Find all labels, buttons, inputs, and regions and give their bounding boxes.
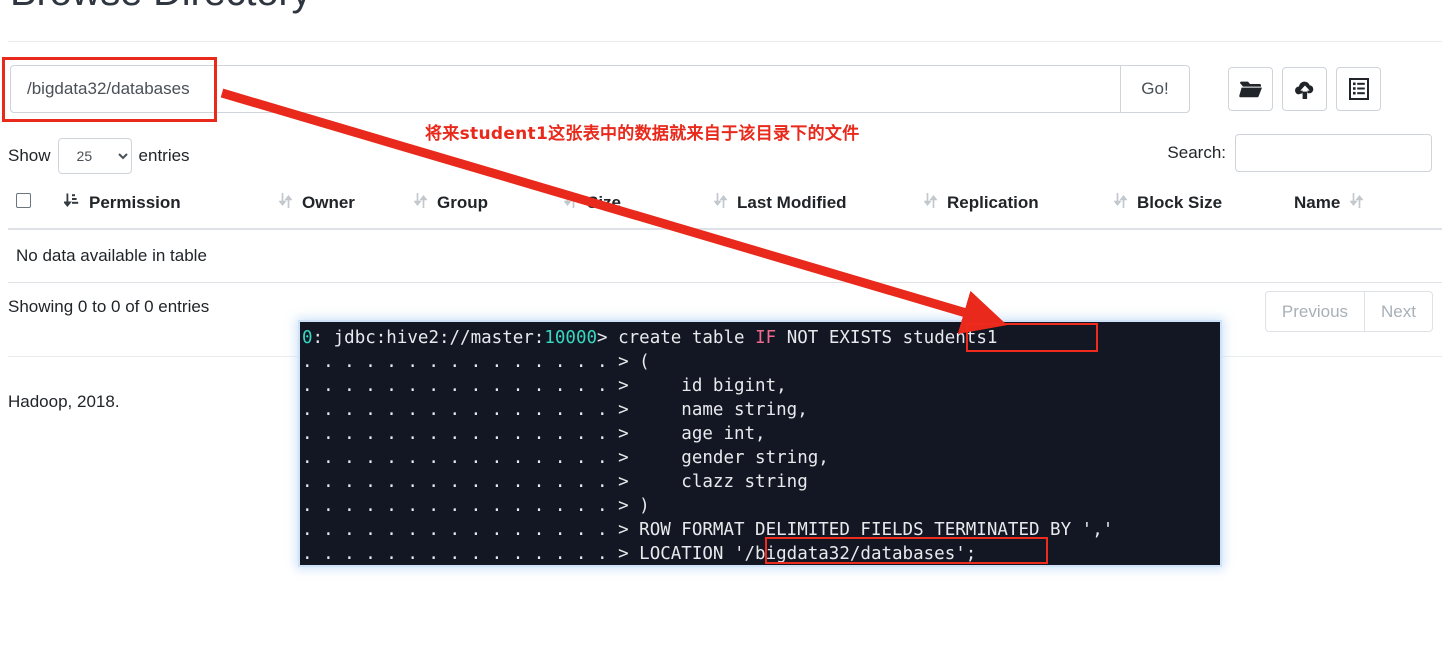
terminal-cont-prompt: . . . . . . . . . . . . . . . > — [302, 352, 640, 372]
select-all-header — [8, 186, 56, 230]
select-all-checkbox[interactable] — [16, 193, 31, 208]
sort-both-icon — [413, 192, 428, 214]
terminal-prompt-id: 0 — [302, 328, 313, 348]
browse-directory-page: Browse Directory Go! — [0, 0, 1450, 662]
column-header-block-size[interactable]: Block Size — [1106, 186, 1286, 230]
empty-message: No data available in table — [8, 229, 1442, 283]
terminal-line-7: . . . . . . . . . . . . . . . > ) — [300, 494, 1220, 518]
terminal-prompt-port: 10000 — [544, 328, 598, 348]
terminal-keyword-if: IF — [755, 328, 777, 348]
show-label: Show — [8, 146, 51, 165]
annotation-text: 将来student1这张表中的数据就来自于该目录下的文件 — [425, 124, 860, 144]
show-entries-control: Show 25 entries — [8, 138, 190, 174]
terminal-cont-prompt: . . . . . . . . . . . . . . . > — [302, 400, 640, 420]
terminal-line-5: . . . . . . . . . . . . . . . > gender s… — [300, 446, 1220, 470]
column-header-permission[interactable]: Permission — [56, 186, 271, 230]
search-label: Search: — [1167, 143, 1226, 162]
next-page-button[interactable]: Next — [1364, 291, 1433, 332]
column-header-label: Last Modified — [737, 193, 847, 212]
terminal-line-9: . . . . . . . . . . . . . . . > LOCATION… — [300, 542, 1220, 565]
terminal-cont-prompt: . . . . . . . . . . . . . . . > — [302, 496, 640, 516]
terminal-cont-prompt: . . . . . . . . . . . . . . . > — [302, 376, 640, 396]
footer-text: Hadoop, 2018. — [8, 392, 120, 411]
sort-both-icon — [1349, 192, 1364, 214]
terminal-screenshot: 0: jdbc:hive2://master:10000> create tab… — [300, 322, 1220, 565]
terminal-line-2: . . . . . . . . . . . . . . . > id bigin… — [300, 374, 1220, 398]
terminal-cont-prompt: . . . . . . . . . . . . . . . > — [302, 424, 640, 444]
column-header-label: Replication — [947, 193, 1039, 212]
terminal-text: name string, — [639, 400, 808, 420]
terminal-prompt-tail: > — [597, 328, 619, 348]
sort-both-icon — [563, 192, 578, 214]
sort-both-icon — [923, 192, 938, 214]
terminal-cont-prompt: . . . . . . . . . . . . . . . > — [302, 472, 640, 492]
terminal-line-1: . . . . . . . . . . . . . . . > ( — [300, 350, 1220, 374]
column-header-name[interactable]: Name — [1286, 186, 1442, 230]
cloud-upload-icon — [1293, 79, 1317, 100]
terminal-prompt-host: : jdbc:hive2://master: — [312, 328, 545, 348]
search-control: Search: — [1167, 134, 1432, 172]
create-directory-button[interactable] — [1228, 67, 1273, 111]
directory-table: Permission Owner Group Size Last Modifie… — [8, 186, 1442, 283]
previous-page-button[interactable]: Previous — [1264, 291, 1365, 332]
terminal-cmd-a: create table — [618, 328, 756, 348]
showing-entries-info: Showing 0 to 0 of 0 entries — [8, 297, 210, 316]
cut-paste-button[interactable] — [1336, 67, 1381, 111]
terminal-text: clazz string — [639, 472, 808, 492]
terminal-cont-prompt: . . . . . . . . . . . . . . . > — [302, 520, 640, 540]
column-header-label: Owner — [302, 193, 355, 212]
sort-both-icon — [1113, 192, 1128, 214]
column-header-label: Name — [1294, 193, 1341, 212]
column-header-group[interactable]: Group — [406, 186, 556, 230]
entries-per-page-select[interactable]: 25 — [57, 138, 132, 174]
search-input[interactable] — [1235, 134, 1432, 172]
table-body: No data available in table — [8, 229, 1442, 283]
folder-icon — [1238, 79, 1263, 99]
column-header-replication[interactable]: Replication — [916, 186, 1106, 230]
pagination: Previous Next — [1264, 291, 1433, 332]
table-header-row: Permission Owner Group Size Last Modifie… — [8, 186, 1442, 230]
column-header-last-modified[interactable]: Last Modified — [706, 186, 916, 230]
table-empty-row: No data available in table — [8, 229, 1442, 283]
entries-label: entries — [138, 146, 190, 165]
directory-action-buttons — [1228, 67, 1381, 111]
column-header-owner[interactable]: Owner — [271, 186, 406, 230]
column-header-label: Size — [587, 193, 622, 212]
terminal-line-8: . . . . . . . . . . . . . . . > ROW FORM… — [300, 518, 1220, 542]
column-header-label: Permission — [89, 193, 181, 212]
column-header-label: Block Size — [1137, 193, 1223, 212]
go-button[interactable]: Go! — [1120, 65, 1190, 113]
terminal-text: ROW FORMAT DELIMITED FIELDS TERMINATED B… — [639, 520, 1114, 540]
terminal-text: ( — [639, 352, 650, 372]
directory-path-input[interactable] — [10, 65, 1120, 113]
sort-both-icon — [713, 192, 728, 214]
terminal-cmd-b: NOT EXISTS students1 — [776, 328, 998, 348]
terminal-cont-prompt: . . . . . . . . . . . . . . . > — [302, 544, 640, 564]
column-header-label: Group — [437, 193, 488, 212]
terminal-line-6: . . . . . . . . . . . . . . . > clazz st… — [300, 470, 1220, 494]
column-header-size[interactable]: Size — [556, 186, 706, 230]
terminal-text: id bigint, — [639, 376, 787, 396]
terminal-text: gender string, — [639, 448, 829, 468]
title-divider — [8, 41, 1442, 42]
terminal-cont-prompt: . . . . . . . . . . . . . . . > — [302, 448, 640, 468]
terminal-text: age int, — [639, 424, 766, 444]
terminal-text: ) — [639, 496, 650, 516]
terminal-text: LOCATION '/bigdata32/databases'; — [639, 544, 977, 564]
sort-asc-active-icon — [62, 192, 79, 214]
list-icon — [1348, 78, 1369, 100]
path-input-group: Go! — [10, 65, 1190, 113]
page-title: Browse Directory — [10, 0, 312, 15]
table-header: Permission Owner Group Size Last Modifie… — [8, 186, 1442, 230]
sort-both-icon — [278, 192, 293, 214]
upload-files-button[interactable] — [1282, 67, 1327, 111]
terminal-line-4: . . . . . . . . . . . . . . . > age int, — [300, 422, 1220, 446]
terminal-line-3: . . . . . . . . . . . . . . . > name str… — [300, 398, 1220, 422]
terminal-line-0: 0: jdbc:hive2://master:10000> create tab… — [300, 326, 1220, 350]
